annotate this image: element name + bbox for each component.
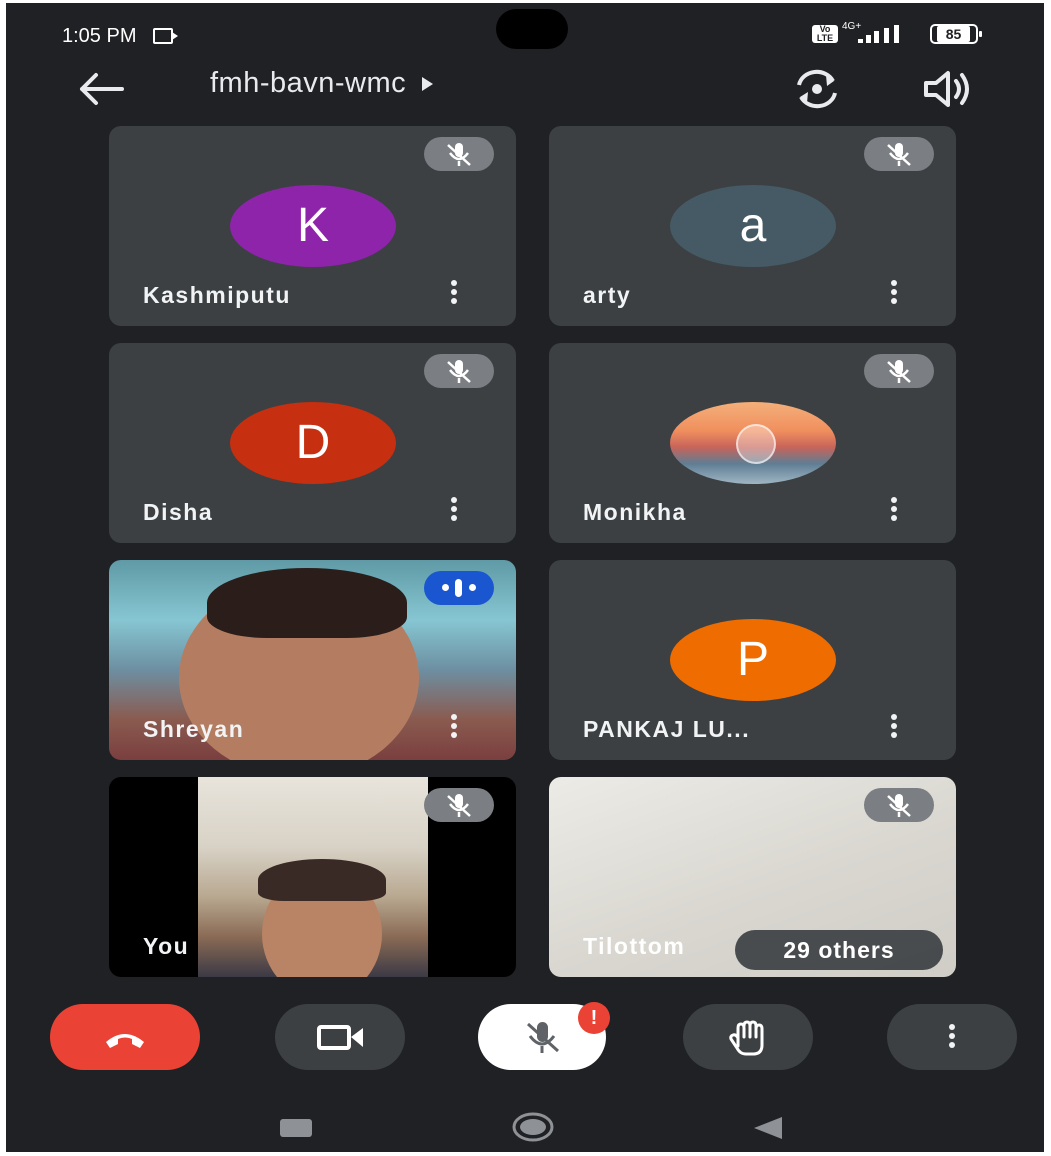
- video-camera-icon: [317, 1025, 363, 1050]
- expand-arrow-icon: [422, 76, 434, 91]
- camera-toggle-button[interactable]: [275, 1004, 405, 1070]
- participant-name: You: [143, 933, 190, 959]
- avatar: a: [670, 185, 836, 267]
- home-nav-button[interactable]: [511, 1111, 555, 1143]
- muted-mic-icon: [864, 137, 934, 171]
- avatar-photo: [670, 402, 836, 484]
- muted-mic-icon: [864, 788, 934, 822]
- more-options-icon[interactable]: [888, 497, 900, 525]
- avatar: P: [670, 619, 836, 701]
- raise-hand-icon: [729, 1020, 764, 1056]
- more-options-icon[interactable]: [888, 280, 900, 308]
- more-vert-icon: [946, 1024, 958, 1051]
- participant-name: arty: [583, 282, 632, 308]
- back-nav-button[interactable]: [754, 1117, 782, 1139]
- status-time: 1:05 PM: [62, 25, 137, 47]
- participant-tile[interactable]: Monikha: [549, 343, 956, 543]
- meet-screen: 1:05 PM Vo LTE 4G+ 85 fmh-bavn-wmc K Kas…: [6, 3, 1044, 1152]
- recents-nav-button[interactable]: [280, 1119, 312, 1137]
- muted-mic-icon: [424, 137, 494, 171]
- participant-name: Kashmiputu: [143, 282, 291, 308]
- signal-icon: [856, 25, 912, 43]
- camera-notch: [496, 9, 568, 49]
- participant-name: Disha: [143, 499, 214, 525]
- video-feed: [198, 777, 428, 977]
- screen-record-icon: [153, 28, 178, 44]
- more-options-icon[interactable]: [448, 280, 460, 308]
- meeting-code: fmh-bavn-wmc: [210, 67, 407, 99]
- participant-tile[interactable]: D Disha: [109, 343, 516, 543]
- switch-camera-icon[interactable]: [792, 67, 842, 111]
- speaking-indicator-icon: [424, 571, 494, 605]
- muted-mic-icon: [424, 788, 494, 822]
- mic-alert-badge: !: [578, 1002, 610, 1034]
- avatar: K: [230, 185, 396, 267]
- meeting-title-button[interactable]: fmh-bavn-wmc: [210, 67, 434, 100]
- participant-tile[interactable]: a arty: [549, 126, 956, 326]
- volte-icon: Vo LTE: [812, 25, 838, 43]
- speaker-icon[interactable]: [920, 69, 972, 109]
- battery-level: 85: [937, 26, 970, 42]
- participant-name: Tilottom: [583, 933, 686, 959]
- back-arrow-icon[interactable]: [74, 69, 126, 109]
- participant-video-tile[interactable]: Shreyan: [109, 560, 516, 760]
- battery-icon: 85: [930, 24, 982, 44]
- participant-video-tile[interactable]: Tilottom 29 others: [549, 777, 956, 977]
- raise-hand-button[interactable]: [683, 1004, 813, 1070]
- participant-name: Monikha: [583, 499, 687, 525]
- muted-mic-icon: [864, 354, 934, 388]
- participant-name: PANKAJ LU...: [583, 716, 751, 742]
- more-options-icon[interactable]: [888, 714, 900, 742]
- more-options-button[interactable]: [887, 1004, 1017, 1070]
- status-bar: 1:05 PM Vo LTE 4G+ 85: [6, 3, 1044, 63]
- more-options-icon[interactable]: [448, 714, 460, 742]
- avatar: D: [230, 402, 396, 484]
- more-options-icon[interactable]: [448, 497, 460, 525]
- participant-name: Shreyan: [143, 716, 245, 742]
- participant-tile[interactable]: P PANKAJ LU...: [549, 560, 956, 760]
- muted-mic-icon: [424, 354, 494, 388]
- hang-up-icon: [106, 1034, 144, 1048]
- self-video-tile[interactable]: You: [109, 777, 516, 977]
- participant-tile[interactable]: K Kashmiputu: [109, 126, 516, 326]
- end-call-button[interactable]: [50, 1004, 200, 1070]
- others-button[interactable]: 29 others: [735, 930, 943, 970]
